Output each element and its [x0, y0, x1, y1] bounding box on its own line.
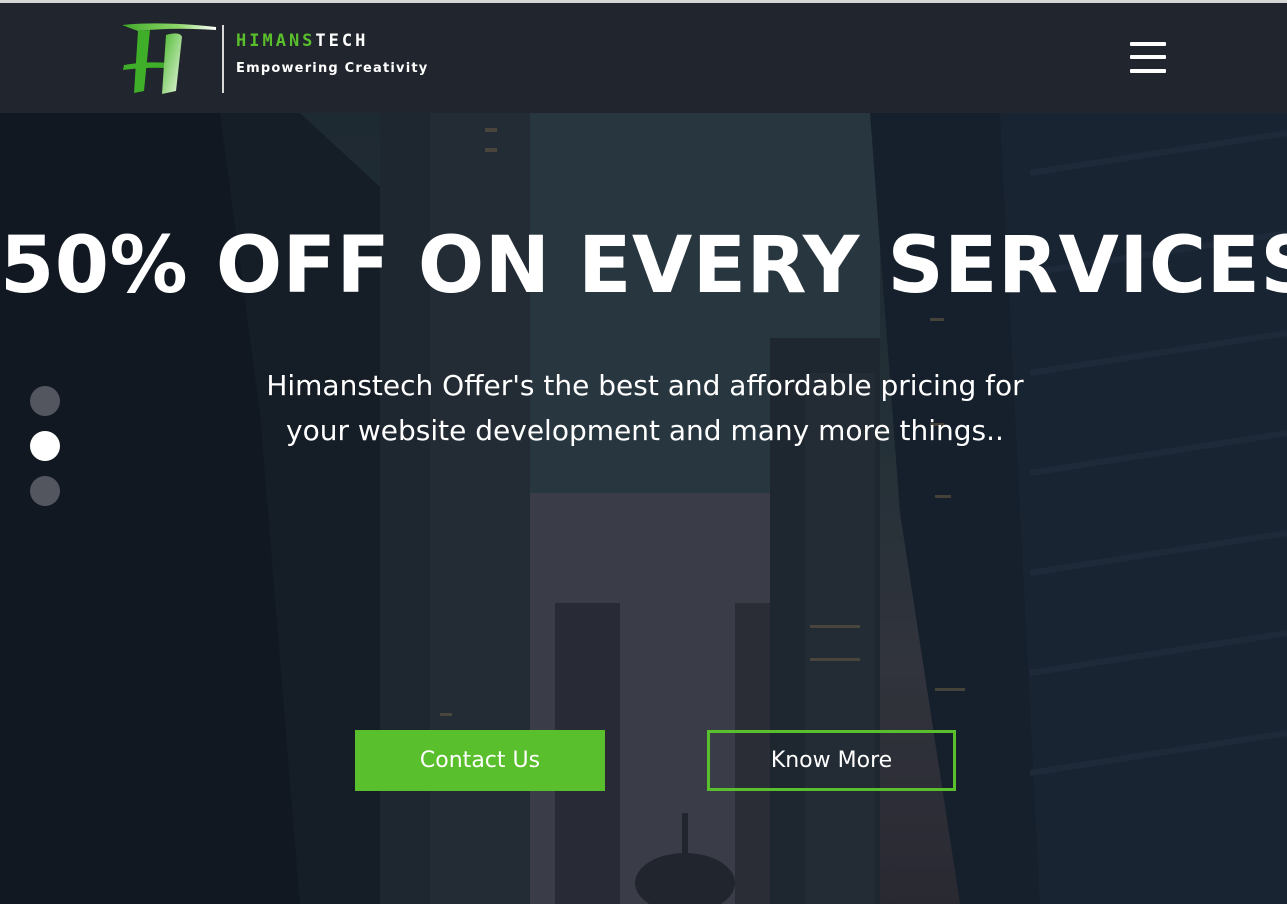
ht-monogram-logo[interactable]: [120, 21, 220, 95]
brand-name-green: HIMANS: [236, 31, 316, 51]
logo-divider: [222, 25, 224, 93]
hero-headline: 50% OFF ON EVERY SERVICES: [0, 221, 1287, 311]
slider-dot-2[interactable]: [30, 431, 60, 461]
hero-subtext: Himanstech Offer's the best and affordab…: [266, 369, 1024, 447]
hamburger-line: [1130, 69, 1166, 73]
hamburger-line: [1130, 42, 1166, 46]
brand-tagline: Empowering Creativity: [236, 61, 429, 76]
brand-name[interactable]: HIMANSTECH: [236, 31, 368, 51]
hamburger-line: [1130, 55, 1166, 59]
slider-dot-1[interactable]: [30, 386, 60, 416]
site-header: HIMANSTECH Empowering Creativity: [0, 3, 1287, 113]
know-more-button[interactable]: Know More: [707, 730, 956, 791]
page: HIMANSTECH Empowering Creativity 50% OFF…: [0, 0, 1287, 904]
hero-slider: 50% OFF ON EVERY SERVICES Himanstech Off…: [0, 113, 1287, 904]
hamburger-menu-icon[interactable]: [1128, 39, 1168, 79]
contact-us-button[interactable]: Contact Us: [355, 730, 605, 791]
brand-name-white: TECH: [315, 31, 369, 51]
slider-dot-3[interactable]: [30, 476, 60, 506]
